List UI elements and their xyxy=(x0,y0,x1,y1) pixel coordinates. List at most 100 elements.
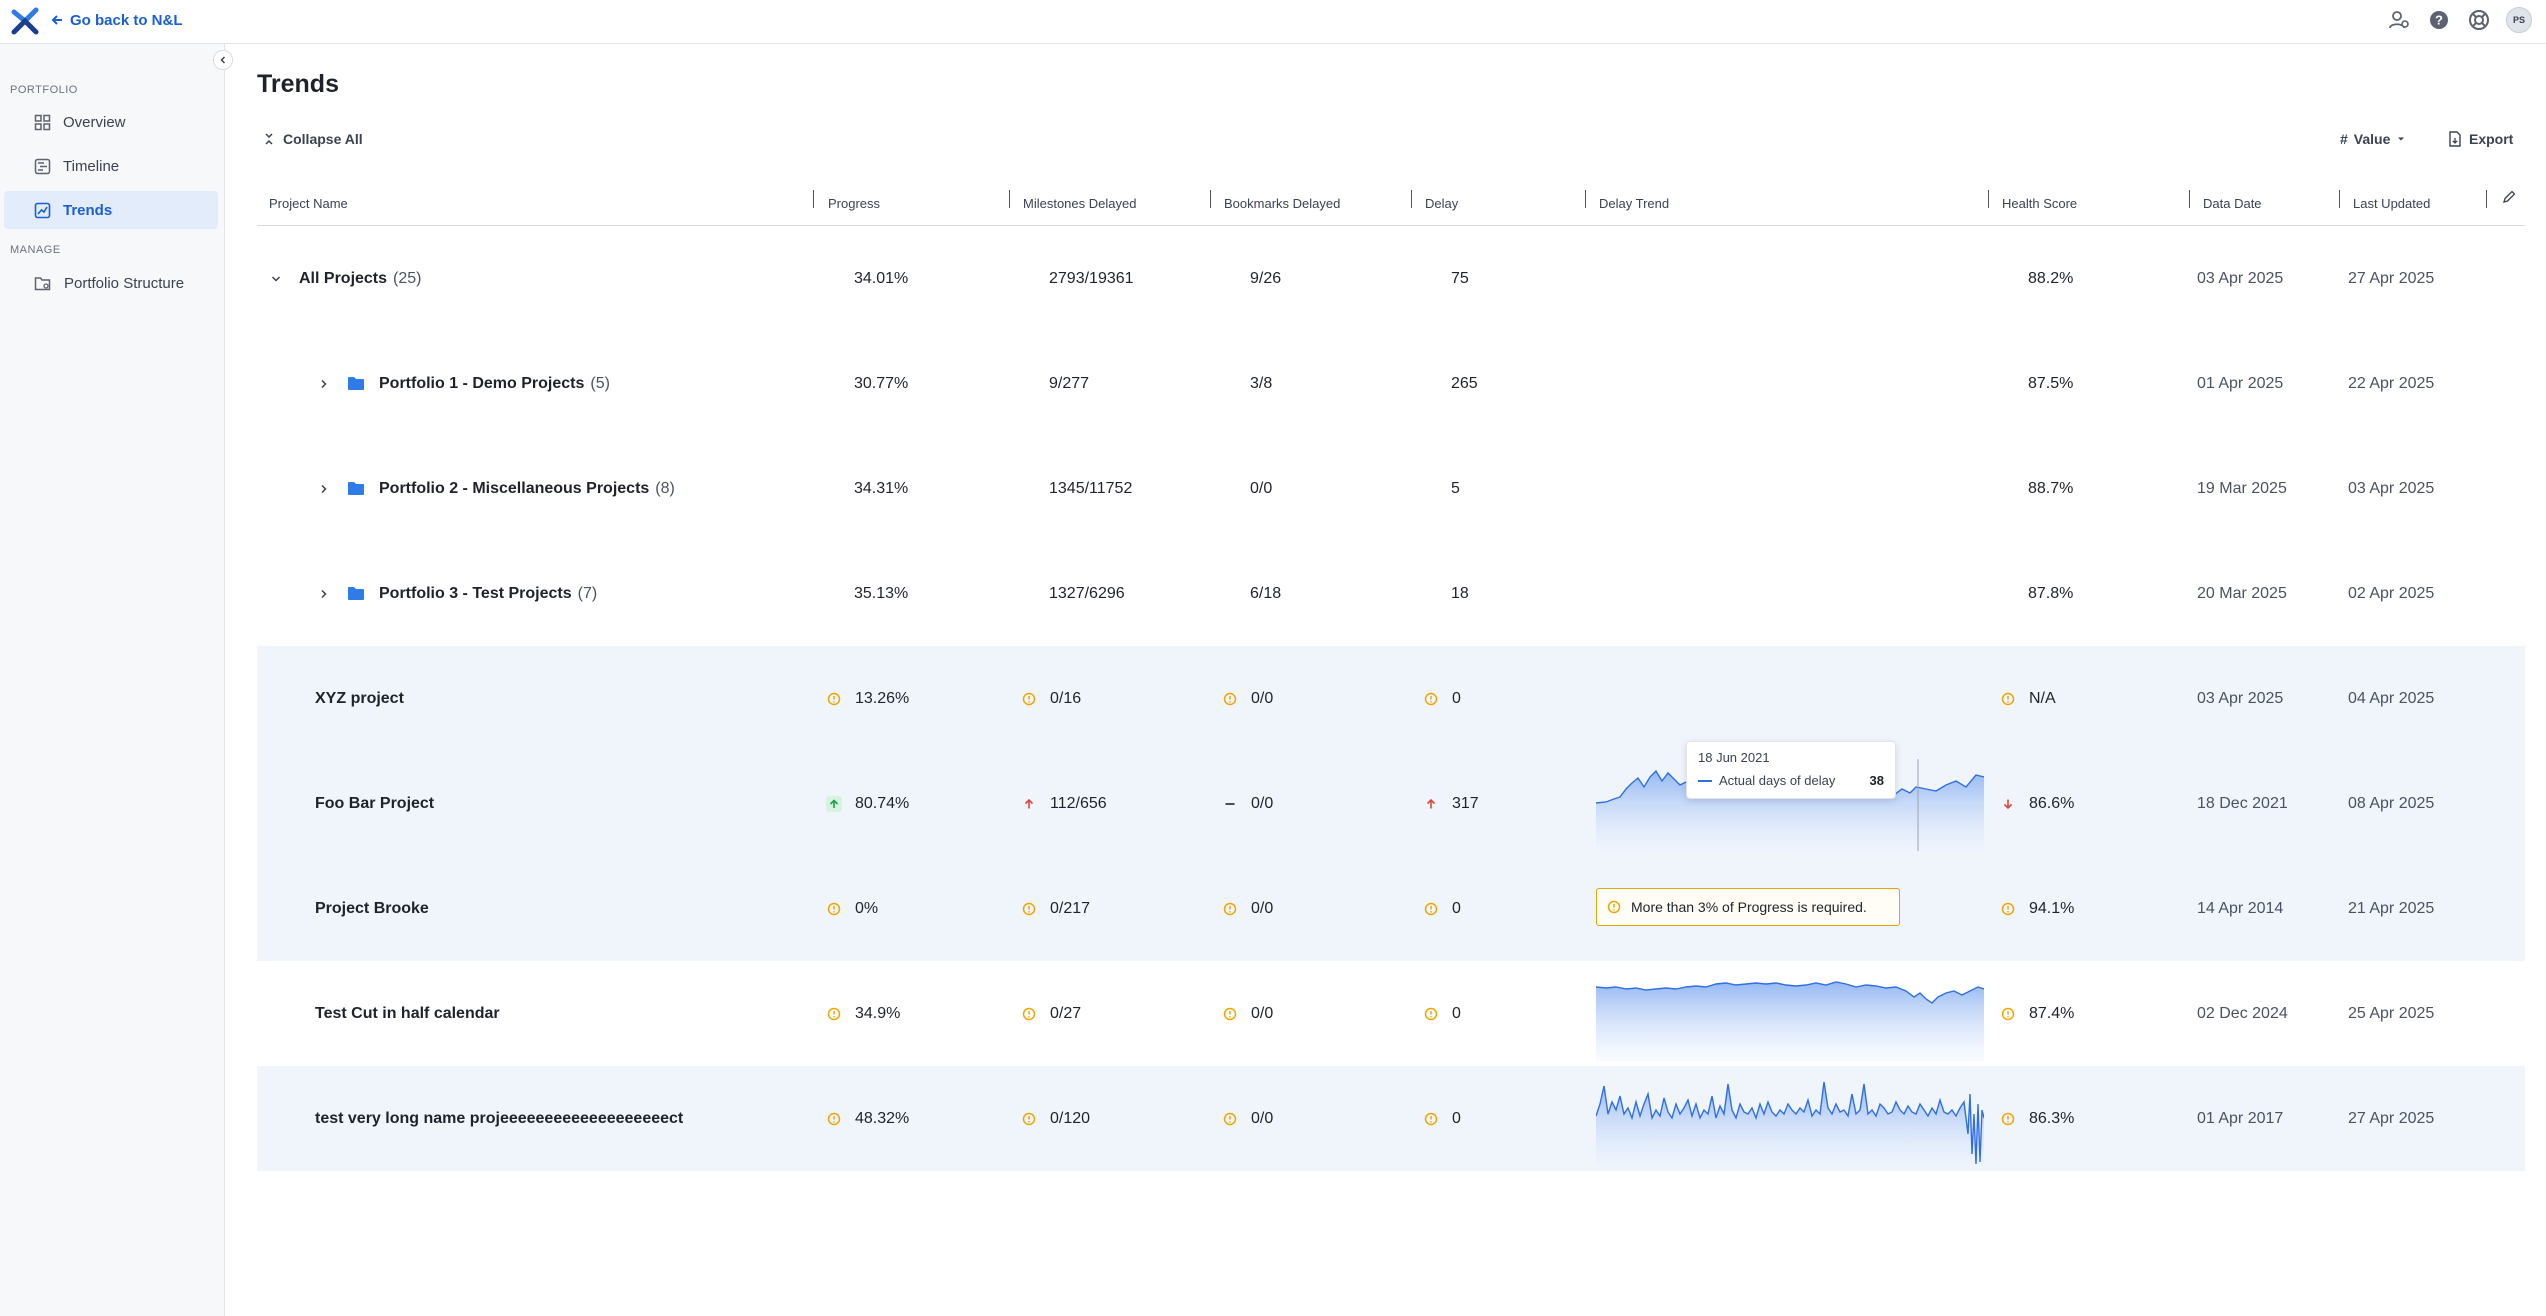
chevron-right-icon[interactable] xyxy=(315,585,333,603)
bookmarks-value: 6/18 xyxy=(1250,584,1282,602)
collapse-all-button[interactable]: Collapse All xyxy=(263,131,363,147)
health-cell: 86.6% xyxy=(2000,751,2074,856)
project-name[interactable]: Portfolio 2 - Miscellaneous Projects xyxy=(379,480,649,498)
column-header-delay-trend[interactable]: Delay Trend xyxy=(1599,196,1669,211)
table-row[interactable]: Portfolio 2 - Miscellaneous Projects (8) … xyxy=(257,436,2525,541)
value-select[interactable]: # Value xyxy=(2340,131,2406,147)
delay-value: 317 xyxy=(1452,794,1479,812)
project-name[interactable]: Portfolio 1 - Demo Projects xyxy=(379,375,584,393)
column-resize-handle[interactable] xyxy=(1585,190,1586,208)
health-value: 87.4% xyxy=(2029,1004,2075,1022)
milestones-cell: 0/217 xyxy=(1021,856,1090,961)
user-settings-icon[interactable] xyxy=(2386,7,2412,33)
avatar[interactable]: PS xyxy=(2506,7,2532,33)
table-row[interactable]: All Projects (25) 34.01% 2793/19361 9/26 … xyxy=(257,226,2525,331)
column-resize-handle[interactable] xyxy=(2189,190,2190,208)
milestones-cell: 0/16 xyxy=(1021,646,1081,751)
project-name[interactable]: Portfolio 3 - Test Projects xyxy=(379,585,572,603)
progress-cell: 0% xyxy=(826,856,878,961)
delay-value: 0 xyxy=(1452,1109,1461,1127)
support-icon[interactable] xyxy=(2466,7,2492,33)
edit-columns-icon[interactable] xyxy=(2501,189,2517,205)
section-label-manage: MANAGE xyxy=(10,244,61,256)
delay-trend-sparkline[interactable] xyxy=(1596,969,1984,1061)
health-cell: 87.4% xyxy=(2000,961,2074,1066)
go-back-link[interactable]: Go back to N&L xyxy=(50,9,183,31)
progress-cell: 34.9% xyxy=(826,961,900,1066)
page-title: Trends xyxy=(257,70,339,98)
column-resize-handle[interactable] xyxy=(1988,190,1989,208)
column-header-health-score[interactable]: Health Score xyxy=(2002,196,2077,211)
sidebar-item-timeline[interactable]: Timeline xyxy=(4,147,218,185)
column-resize-handle[interactable] xyxy=(2339,190,2340,208)
bookmarks-cell: 0/0 xyxy=(1222,856,1273,961)
delay-value: 0 xyxy=(1452,899,1461,917)
project-count: (8) xyxy=(655,479,675,497)
warning-circle-icon xyxy=(826,691,842,707)
column-header-progress[interactable]: Progress xyxy=(828,196,880,211)
timeline-icon xyxy=(34,158,51,174)
project-name[interactable]: Foo Bar Project xyxy=(315,751,434,856)
help-icon[interactable]: ? xyxy=(2426,7,2452,33)
chevron-right-icon[interactable] xyxy=(315,480,333,498)
project-name-cell: Portfolio 2 - Miscellaneous Projects (8) xyxy=(315,436,675,541)
folder-icon xyxy=(347,586,365,601)
delay-trend-sparkline[interactable] xyxy=(1596,1074,1984,1166)
data-date-value: 03 Apr 2025 xyxy=(2197,689,2284,707)
column-resize-handle[interactable] xyxy=(813,190,814,208)
table-header: Project Name Progress Milestones Delayed… xyxy=(257,184,2525,226)
column-header-last-updated[interactable]: Last Updated xyxy=(2353,196,2430,211)
export-button[interactable]: Export xyxy=(2448,131,2513,147)
go-back-label: Go back to N&L xyxy=(70,11,183,29)
column-resize-handle[interactable] xyxy=(1009,190,1010,208)
table-row[interactable]: test very long name projeeeeeeeeeeeeeeee… xyxy=(257,1066,2525,1171)
column-header-project-name[interactable]: Project Name xyxy=(269,196,348,211)
sidebar-item-overview[interactable]: Overview xyxy=(4,103,218,141)
last-updated-value: 21 Apr 2025 xyxy=(2348,899,2435,917)
chevron-down-icon[interactable] xyxy=(267,270,285,288)
project-name[interactable]: Test Cut in half calendar xyxy=(315,961,500,1066)
column-header-data-date[interactable]: Data Date xyxy=(2203,196,2262,211)
warning-circle-icon xyxy=(1222,691,1238,707)
table-row[interactable]: XYZ project 13.26% 0/16 0/0 0 N/A 03 Apr… xyxy=(257,646,2525,751)
project-name[interactable]: Project Brooke xyxy=(315,856,429,961)
delay-cell: 317 xyxy=(1423,751,1479,856)
milestones-value: 2793/19361 xyxy=(1049,269,1134,287)
last-updated-value: 25 Apr 2025 xyxy=(2348,1004,2435,1022)
warning-circle-icon xyxy=(1423,691,1439,707)
warning-circle-icon xyxy=(826,901,842,917)
last-updated-value: 04 Apr 2025 xyxy=(2348,689,2435,707)
table-row[interactable]: Project Brooke 0% 0/217 0/0 0 94.1% 14 A… xyxy=(257,856,2525,961)
sidebar-item-trends[interactable]: Trends xyxy=(4,191,218,229)
project-name[interactable]: All Projects xyxy=(299,270,387,288)
value-select-label: Value xyxy=(2353,131,2391,147)
table-row[interactable]: Test Cut in half calendar 34.9% 0/27 0/0… xyxy=(257,961,2525,1066)
series-swatch xyxy=(1698,779,1712,782)
column-resize-handle[interactable] xyxy=(1411,190,1412,208)
project-name[interactable]: XYZ project xyxy=(315,646,404,751)
app-logo[interactable] xyxy=(10,6,40,36)
health-value: 87.5% xyxy=(2028,374,2074,392)
data-date-value: 20 Mar 2025 xyxy=(2197,584,2287,602)
delay-cell: 0 xyxy=(1423,961,1461,1066)
column-header-bookmarks-delayed[interactable]: Bookmarks Delayed xyxy=(1224,196,1340,211)
caret-down-icon xyxy=(2398,137,2405,141)
column-resize-handle[interactable] xyxy=(1210,190,1211,208)
warning-circle-icon xyxy=(1423,1006,1439,1022)
chevron-right-icon[interactable] xyxy=(315,375,333,393)
column-resize-handle[interactable] xyxy=(2486,190,2487,208)
table-row[interactable]: Portfolio 3 - Test Projects (7) 35.13% 13… xyxy=(257,541,2525,646)
data-date-value: 03 Apr 2025 xyxy=(2197,269,2284,287)
table-row[interactable]: Portfolio 1 - Demo Projects (5) 30.77% 9/… xyxy=(257,331,2525,436)
progress-value: 34.9% xyxy=(855,1004,901,1022)
collapse-all-label: Collapse All xyxy=(283,131,363,147)
project-name[interactable]: test very long name projeeeeeeeeeeeeeeee… xyxy=(315,1066,683,1171)
column-header-delay[interactable]: Delay xyxy=(1425,196,1458,211)
column-header-milestones-delayed[interactable]: Milestones Delayed xyxy=(1023,196,1136,211)
sidebar-collapse-button[interactable] xyxy=(213,50,233,70)
top-bar: Go back to N&L ? PS xyxy=(0,0,2546,44)
hash-icon: # xyxy=(2340,131,2348,147)
sidebar-item-portfolio-structure[interactable]: Portfolio Structure xyxy=(4,264,218,302)
table-row[interactable]: Foo Bar Project 80.74% 112/656 0/0 317 8… xyxy=(257,751,2525,856)
warning-circle-icon xyxy=(1423,1111,1439,1127)
